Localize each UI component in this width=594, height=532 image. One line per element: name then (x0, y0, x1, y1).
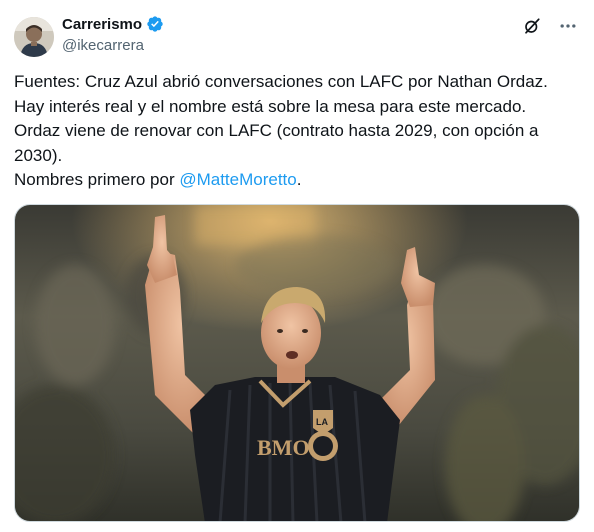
tweet-text: Fuentes: Cruz Azul abrió conversaciones … (14, 70, 584, 193)
avatar-image (14, 17, 54, 57)
tweet-card[interactable]: Carrerismo @ikecarrera Fuentes: Cruz Azu… (0, 0, 594, 532)
mention-link[interactable]: @MatteMoretto (179, 170, 296, 189)
author-display-name[interactable]: Carrerismo (62, 16, 142, 33)
jersey-badge-text: LA (316, 417, 328, 427)
tweet-text-last-line: Nombres primero por @MatteMoretto. (14, 168, 584, 193)
author-name-row: Carrerismo (62, 15, 164, 33)
tweet-text-line: Hay interés real y el nombre está sobre … (14, 96, 527, 116)
player-celebration-photo: BMO LA (15, 205, 579, 521)
jersey-sponsor-text: BMO (257, 435, 310, 460)
author-handle[interactable]: @ikecarrera (62, 37, 144, 54)
tweet-media-photo[interactable]: BMO LA (14, 204, 580, 522)
tweet-text-line: Fuentes: Cruz Azul abrió conversaciones … (14, 72, 548, 91)
more-options-icon[interactable] (556, 14, 580, 38)
tweet-text-line: 2030). (14, 145, 63, 165)
tweet-text-line: Ordaz viene de renovar con LAFC (contrat… (14, 121, 539, 140)
verified-badge-icon (147, 16, 163, 32)
author-avatar[interactable] (14, 17, 54, 57)
tweet-text-prefix: Nombres primero por (14, 170, 180, 189)
grok-icon[interactable] (522, 16, 542, 36)
tweet-top-actions (522, 14, 580, 38)
tweet-text-suffix: . (296, 170, 302, 189)
